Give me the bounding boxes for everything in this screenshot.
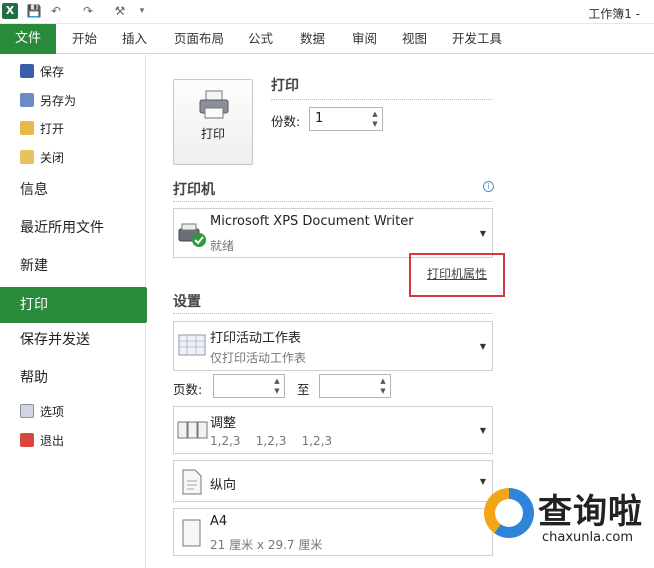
pages-to-stepper[interactable]: ▲ ▼ — [319, 374, 391, 398]
tab-page-layout[interactable]: 页面布局 — [174, 24, 224, 54]
settings-section-title: 设置 — [173, 294, 201, 310]
excel-logo-icon[interactable]: X — [2, 3, 18, 19]
stepper-arrows-icon[interactable]: ▲ ▼ — [272, 376, 282, 396]
divider — [271, 99, 493, 100]
stepper-arrows-icon[interactable]: ▲ ▼ — [378, 376, 388, 396]
paper-size-icon — [182, 519, 201, 547]
stepper-arrows-icon[interactable]: ▲ ▼ — [370, 109, 380, 129]
nav-recent[interactable]: 最近所用文件 — [20, 215, 104, 241]
copies-stepper[interactable]: 1 ▲ ▼ — [309, 107, 383, 131]
printer-dropdown[interactable]: Microsoft XPS Document Writer 就绪 ▼ — [173, 208, 493, 258]
options-icon — [20, 404, 34, 418]
save-as-icon — [20, 93, 34, 107]
nav-open-label: 打开 — [40, 122, 65, 136]
printer-icon — [199, 90, 229, 119]
save-icon[interactable]: 💾 — [26, 3, 42, 19]
close-folder-icon — [20, 150, 34, 164]
orientation-dropdown[interactable]: 纵向 ▼ — [173, 460, 493, 502]
nav-close-label: 关闭 — [40, 151, 65, 165]
nav-exit[interactable]: 退出 — [20, 430, 64, 452]
watermark-url: chaxunla.com — [542, 530, 633, 545]
print-scope-dropdown[interactable]: 打印活动工作表 仅打印活动工作表 ▼ — [173, 321, 493, 371]
watermark-circle-icon — [484, 488, 534, 538]
tab-insert[interactable]: 插入 — [122, 24, 147, 54]
ribbon-tab-row: 文件 开始 插入 页面布局 公式 数据 审阅 视图 开发工具 — [0, 24, 654, 54]
chevron-down-icon: ▼ — [479, 426, 486, 435]
to-label: 至 — [297, 382, 310, 397]
print-title: 打印 — [271, 78, 299, 94]
pages-label: 页数: — [173, 382, 203, 397]
nav-save-label: 保存 — [40, 65, 65, 79]
exit-icon — [20, 433, 34, 447]
divider — [173, 313, 493, 314]
watermark-logo: 查询啦 chaxunla.com — [478, 478, 654, 568]
tab-home[interactable]: 开始 — [72, 24, 97, 54]
nav-exit-label: 退出 — [40, 434, 65, 448]
nav-save-as[interactable]: 另存为 — [20, 90, 76, 112]
print-scope-main: 打印活动工作表 — [210, 331, 302, 346]
print-button-label: 打印 — [200, 127, 225, 141]
print-scope-sub: 仅打印活动工作表 — [210, 351, 307, 365]
nav-save-send[interactable]: 保存并发送 — [20, 327, 90, 353]
printer-properties-link[interactable]: 打印机属性 — [427, 265, 487, 282]
print-button[interactable]: 打印 — [173, 79, 253, 165]
redo-icon[interactable]: ↷ — [80, 3, 96, 19]
printer-status: 就绪 — [210, 239, 235, 253]
chevron-down-icon: ▼ — [479, 229, 486, 238]
save-icon — [20, 64, 34, 78]
collate-sub: 1,2,3 1,2,3 1,2,3 — [210, 434, 333, 448]
divider — [173, 201, 493, 202]
nav-print[interactable]: 打印 — [0, 287, 156, 323]
undo-icon[interactable]: ↶ — [48, 3, 64, 19]
nav-save[interactable]: 保存 — [20, 61, 64, 83]
backstage-nav: 保存 另存为 打开 关闭 信息 最近所用文件 新建 打印 保存并发送 帮助 选项… — [0, 55, 156, 568]
info-icon[interactable]: i — [483, 181, 494, 192]
nav-info[interactable]: 信息 — [20, 177, 48, 203]
tab-file[interactable]: 文件 — [0, 24, 56, 54]
chevron-down-icon: ▼ — [479, 342, 486, 351]
tab-formulas[interactable]: 公式 — [248, 24, 273, 54]
pages-from-stepper[interactable]: ▲ ▼ — [213, 374, 285, 398]
copies-label: 份数: — [271, 114, 301, 129]
printer-ready-icon — [178, 223, 206, 247]
paper-size-sub: 21 厘米 x 29.7 厘米 — [210, 538, 323, 552]
nav-options[interactable]: 选项 — [20, 401, 64, 423]
portrait-page-icon — [182, 469, 202, 495]
collate-main: 调整 — [210, 416, 237, 431]
tab-view[interactable]: 视图 — [402, 24, 427, 54]
customize-qat-icon[interactable]: ▾ — [134, 3, 150, 19]
orientation-value: 纵向 — [210, 478, 237, 493]
print-settings-panel: 打印 打印 份数: 1 ▲ ▼ 打印机 i Microsoft XPS Docum… — [147, 55, 507, 568]
nav-close[interactable]: 关闭 — [20, 147, 64, 169]
title-bar: X 💾 ↶ ↷ ⚒ ▾ 工作簿1 - — [0, 0, 654, 24]
printer-name: Microsoft XPS Document Writer — [210, 214, 414, 229]
tab-developer[interactable]: 开发工具 — [452, 24, 502, 54]
printer-section-title: 打印机 — [173, 182, 215, 198]
tab-data[interactable]: 数据 — [300, 24, 325, 54]
tab-review[interactable]: 审阅 — [352, 24, 377, 54]
paper-size-dropdown[interactable]: A4 21 厘米 x 29.7 厘米 — [173, 508, 493, 556]
nav-new[interactable]: 新建 — [20, 253, 48, 279]
nav-open[interactable]: 打开 — [20, 118, 64, 140]
worksheet-icon — [178, 334, 206, 356]
nav-save-as-label: 另存为 — [40, 94, 77, 108]
collate-icon — [177, 421, 208, 439]
nav-options-label: 选项 — [40, 405, 65, 419]
paper-size-main: A4 — [210, 514, 228, 529]
copies-value: 1 — [315, 111, 324, 126]
window-title: 工作簿1 - — [588, 7, 640, 21]
watermark-text: 查询啦 — [538, 492, 643, 532]
collate-dropdown[interactable]: 调整 1,2,3 1,2,3 1,2,3 ▼ — [173, 406, 493, 454]
nav-help[interactable]: 帮助 — [20, 365, 48, 391]
open-folder-icon — [20, 121, 34, 135]
printer-properties-highlight: 打印机属性 — [409, 253, 505, 297]
tools-icon[interactable]: ⚒ — [112, 3, 128, 19]
